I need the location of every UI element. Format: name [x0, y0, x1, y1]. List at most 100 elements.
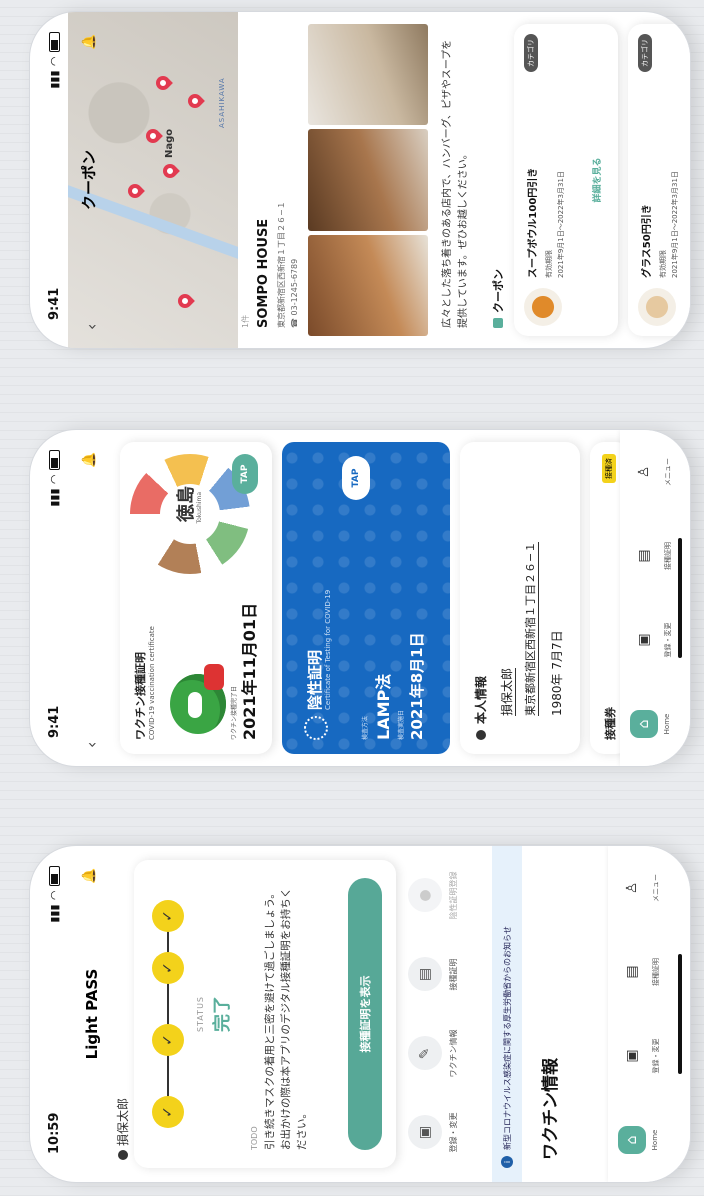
- shop-description: 広々とした落ち着きのある店内で、ハンバーグ、ピザやスープを提供しています。ぜひお…: [442, 39, 469, 328]
- nav-home[interactable]: ⌂ Home: [630, 696, 671, 752]
- bell-icon[interactable]: 🔔: [82, 452, 97, 468]
- status-card: ✓ ✓ ✓ ✓ STATUS 完了 TODO 引き続きマスクの着用と三密を避けて…: [134, 860, 396, 1168]
- negative-certificate-card[interactable]: 陰性証明 Certificate of Testing for COVID-19…: [282, 442, 450, 754]
- signal-icon: ▮▮▮: [47, 488, 61, 507]
- step-check-icon: ✓: [152, 1024, 184, 1056]
- emblem-subtext: Tokushima: [196, 492, 203, 524]
- map-pin-icon[interactable]: [175, 291, 195, 311]
- nav-label: メニュー: [652, 874, 660, 902]
- signal-icon: ▮▮▮: [47, 904, 61, 923]
- home-indicator: [678, 538, 682, 658]
- coupon-header: クーポン: [490, 269, 506, 328]
- info-address: 東京都新宿区西新宿１丁目２６−１: [522, 541, 539, 716]
- battery-icon: [48, 32, 60, 52]
- todo-text: 引き続きマスクの着用と三密を避けて過ごしましょう。お出かけの際は本アプリのデジタ…: [264, 887, 308, 1150]
- pcr-method: LAMP法: [374, 673, 393, 740]
- nav-register[interactable]: ▣ 登録・変更: [618, 1028, 661, 1084]
- nav-register[interactable]: ▣ 登録・変更: [630, 612, 673, 668]
- menu-item-register[interactable]: ▣ 登録・変更: [408, 1103, 478, 1163]
- shop-photo: [308, 129, 428, 231]
- menu-item-certificate[interactable]: ▤ 接種証明: [408, 945, 478, 1005]
- coupon-period-label: 有効期限: [545, 250, 553, 278]
- certificate-icon: ▤: [624, 965, 640, 979]
- nav-label: 登録・変更: [652, 1038, 660, 1074]
- menu-label: ワクチン情報: [449, 1029, 458, 1078]
- home-indicator: [678, 954, 682, 1074]
- coupon-category: カテゴリ: [524, 34, 538, 72]
- step-check-icon: ✓: [152, 1096, 184, 1128]
- calendar-icon: ▣: [408, 1115, 442, 1150]
- map-pin-icon[interactable]: [143, 126, 163, 146]
- nav-label: メニュー: [664, 458, 672, 486]
- status-time: 9:41: [46, 287, 62, 320]
- todo-label: TODO: [250, 1126, 259, 1150]
- vaccine-tap-button[interactable]: TAP: [232, 454, 258, 494]
- nav-menu[interactable]: ♙ メニュー: [618, 860, 661, 916]
- bell-icon[interactable]: 🔔: [82, 34, 97, 50]
- battery-icon: [48, 450, 60, 470]
- coupon-image: [638, 288, 676, 326]
- nav-certificate[interactable]: ▤ 接種証明: [618, 944, 661, 1000]
- shop-tel-text: 03-1245-6789: [290, 258, 299, 316]
- certificate-icon: ▤: [408, 957, 442, 992]
- virus-icon: [304, 716, 328, 740]
- map-pin-icon[interactable]: [153, 73, 173, 93]
- pcr-tap-button[interactable]: TAP: [342, 456, 370, 500]
- vaccine-subtitle: COVID-19 vaccination certificate: [148, 626, 156, 740]
- wifi-icon: ◠: [47, 475, 61, 484]
- step-check-icon: ✓: [152, 900, 184, 932]
- info-title: 本人情報: [474, 675, 488, 724]
- chevron-left-icon[interactable]: ‹: [82, 742, 101, 748]
- coupon-card[interactable]: グラス50円引き 有効期限 2021年9月1日〜2022年3月31日 カテゴリ: [628, 24, 690, 336]
- coupon-category: カテゴリ: [638, 34, 652, 72]
- pcr-title: 陰性証明: [306, 649, 324, 710]
- vaccine-title: ワクチン接種証明: [134, 652, 147, 740]
- phone-lightpass: 10:59 ▮▮▮ ◠ Light PASS 🔔 損保太郎 ✓ ✓ ✓ ✓ STA…: [30, 846, 690, 1182]
- notice-banner[interactable]: i 新型コロナウイルス感染症に関する厚生労働省からのお知らせ: [492, 846, 522, 1182]
- nav-label: Home: [663, 713, 671, 735]
- coupon-image: [524, 288, 562, 326]
- status-time: 9:41: [46, 705, 62, 738]
- ticket-title: 接種券: [604, 707, 617, 740]
- coupon-header-text: クーポン: [492, 269, 505, 313]
- pcr-date-label: 検査実施日: [398, 709, 405, 740]
- coupon-detail-link[interactable]: 詳細を見る: [590, 24, 603, 336]
- bell-icon[interactable]: 🔔: [82, 868, 97, 884]
- menu-item-negative-register[interactable]: ● 陰性証明登録: [408, 866, 478, 926]
- menu-item-vaccine-info[interactable]: ✎ ワクチン情報: [408, 1024, 478, 1084]
- vaccine-certificate-card[interactable]: ワクチン接種証明 COVID-19 vaccination certificat…: [120, 442, 272, 754]
- nav-label: Home: [651, 1129, 659, 1151]
- status-bar: 10:59 ▮▮▮ ◠: [44, 866, 64, 1154]
- vaccine-date: 2021年11月01日: [240, 602, 259, 740]
- shop-name: SOMPO HOUSE: [256, 218, 271, 328]
- shop-photo: [308, 24, 428, 126]
- coupon-period: 2021年9月1日〜2022年3月31日: [671, 171, 679, 278]
- status-bar: 9:41 ▮▮▮ ◠: [44, 450, 64, 738]
- coupon-name: スープボウル100円引き: [528, 167, 539, 278]
- chevron-left-icon[interactable]: ‹: [82, 324, 101, 330]
- nav-home[interactable]: ⌂ Home: [618, 1112, 659, 1168]
- show-certificate-button[interactable]: 接種証明を表示: [348, 878, 382, 1150]
- info-name: 損保太郎: [498, 667, 516, 716]
- nav-certificate[interactable]: ▤ 接種証明: [630, 528, 673, 584]
- progress-line: [167, 910, 169, 1118]
- section-title: ワクチン情報: [541, 1058, 561, 1160]
- shop-photos: [308, 24, 428, 336]
- map-pin-icon[interactable]: [125, 181, 145, 201]
- status-icons: ▮▮▮ ◠: [48, 866, 61, 923]
- map-label-2: ASAHIKAWA: [218, 77, 226, 128]
- nav-menu[interactable]: ♙ メニュー: [630, 444, 673, 500]
- coupon-card[interactable]: スープボウル100円引き 有効期限 2021年9月1日〜2022年3月31日 カ…: [514, 24, 618, 336]
- personal-info-card: 本人情報 損保太郎 東京都新宿区西新宿１丁目２６−１ 1980年 7月7日: [460, 442, 580, 754]
- person-icon: ♙: [624, 881, 640, 895]
- app-title: Light PASS: [83, 968, 101, 1060]
- certificate-icon: ▤: [636, 549, 652, 563]
- emblem-text: 徳島: [176, 486, 197, 522]
- calendar-icon: ▣: [636, 633, 652, 647]
- map-pin-icon[interactable]: [160, 161, 180, 181]
- page-title: クーポン: [79, 150, 98, 211]
- status-value: 完了: [212, 996, 233, 1032]
- pcr-date: 2021年8月1日: [408, 632, 426, 740]
- status-label: STATUS: [196, 996, 205, 1033]
- map-pin-icon[interactable]: [185, 91, 205, 111]
